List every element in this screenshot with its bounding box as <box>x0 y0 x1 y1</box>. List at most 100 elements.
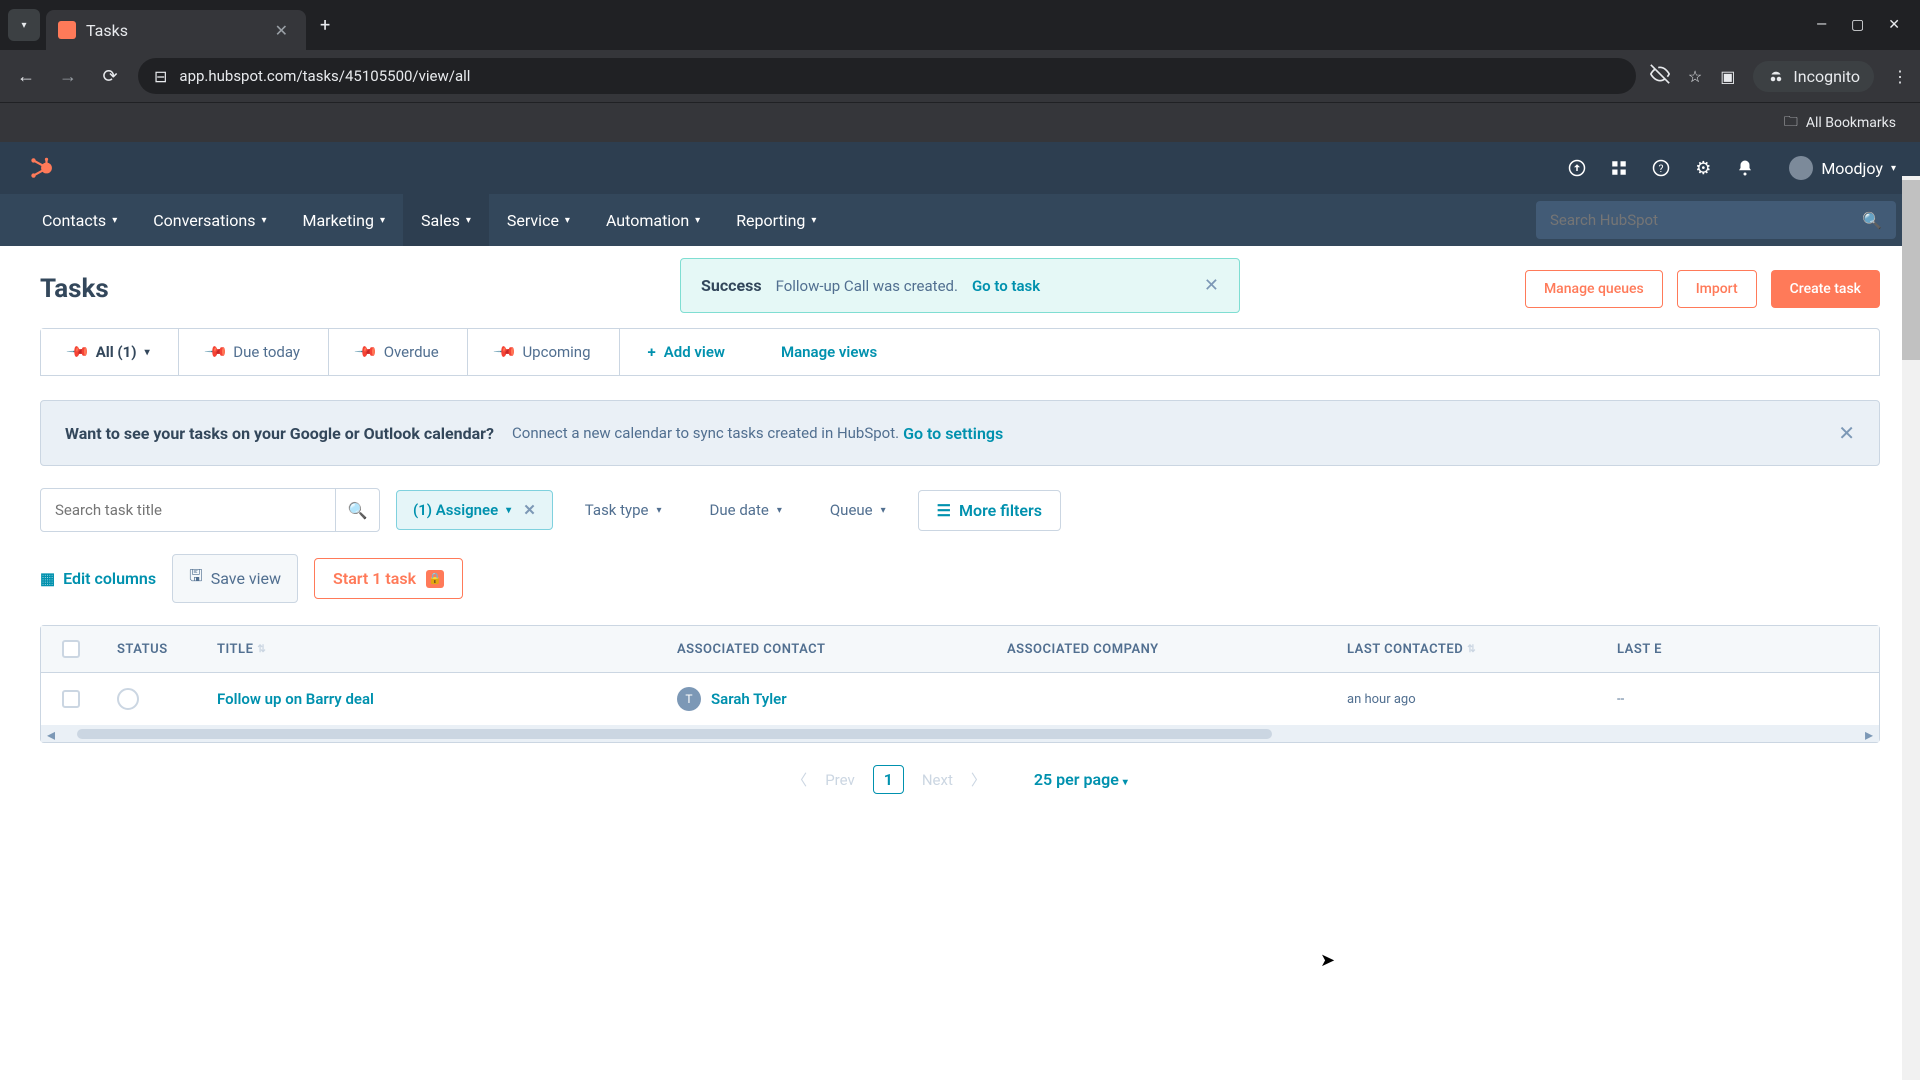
page-number[interactable]: 1 <box>873 765 904 794</box>
incognito-label: Incognito <box>1793 67 1860 86</box>
bookmarks-bar: 🗀 All Bookmarks <box>0 102 1920 142</box>
horizontal-scrollbar[interactable]: ◂ ▸ <box>41 726 1879 742</box>
col-last-contacted[interactable]: LAST CONTACTED⇅ <box>1331 626 1601 672</box>
tab-upcoming[interactable]: 📌 Upcoming <box>468 329 620 375</box>
more-filters-button[interactable]: ☰ More filters <box>918 490 1061 531</box>
banner-close-icon[interactable]: ✕ <box>1838 421 1855 445</box>
next-button[interactable]: Next <box>922 771 953 789</box>
eye-off-icon[interactable] <box>1650 64 1670 88</box>
scrollbar-thumb[interactable] <box>1902 180 1920 360</box>
tab-all[interactable]: 📌 All (1) ▾ <box>41 329 179 375</box>
all-bookmarks-button[interactable]: 🗀 All Bookmarks <box>1784 111 1896 135</box>
upgrade-icon[interactable] <box>1567 158 1587 178</box>
notifications-bell-icon[interactable] <box>1735 158 1755 178</box>
browser-tab[interactable]: Tasks ✕ <box>46 10 306 50</box>
bookmark-star-icon[interactable]: ☆ <box>1688 67 1702 86</box>
create-task-button[interactable]: Create task <box>1771 270 1880 308</box>
col-contact[interactable]: ASSOCIATED CONTACT <box>661 626 991 672</box>
task-search-input[interactable] <box>41 501 335 519</box>
tab-search-dropdown[interactable]: ▾ <box>8 9 40 41</box>
tab-close-icon[interactable]: ✕ <box>269 21 294 40</box>
pin-icon: 📌 <box>353 339 379 365</box>
content-area: Success Follow-up Call was created. Go t… <box>0 246 1920 818</box>
toast-close-icon[interactable]: ✕ <box>1204 275 1219 296</box>
due-date-filter[interactable]: Due date▾ <box>694 491 798 529</box>
tab-overdue[interactable]: 📌 Overdue <box>329 329 468 375</box>
contact-avatar: T <box>677 687 701 711</box>
nav-service[interactable]: Service▾ <box>489 194 588 246</box>
add-view-button[interactable]: + Add view <box>620 329 753 375</box>
forward-icon[interactable]: → <box>54 66 82 87</box>
scrollbar-thumb[interactable] <box>77 729 1272 739</box>
manage-queues-button[interactable]: Manage queues <box>1525 270 1663 308</box>
prev-page-icon[interactable]: 〈 <box>792 769 807 790</box>
chevron-down-icon: ▾ <box>145 347 150 358</box>
assignee-filter[interactable]: (1) Assignee ▾ ✕ <box>396 490 553 530</box>
view-tabs: 📌 All (1) ▾ 📌 Due today 📌 Overdue 📌 Upco… <box>40 328 1880 376</box>
vertical-scrollbar[interactable] <box>1902 176 1920 1080</box>
task-title-link[interactable]: Follow up on Barry deal <box>217 690 374 708</box>
status-toggle[interactable] <box>117 688 139 710</box>
page-title: Tasks <box>40 274 109 304</box>
queue-filter[interactable]: Queue▾ <box>814 491 902 529</box>
row-checkbox[interactable] <box>62 690 80 708</box>
col-title[interactable]: TITLE⇅ <box>201 626 661 672</box>
incognito-badge[interactable]: Incognito <box>1753 61 1874 92</box>
nav-automation[interactable]: Automation▾ <box>588 194 718 246</box>
manage-views-link[interactable]: Manage views <box>753 329 905 375</box>
marketplace-icon[interactable] <box>1609 158 1629 178</box>
tab-due-today[interactable]: 📌 Due today <box>179 329 329 375</box>
nav-reporting[interactable]: Reporting▾ <box>718 194 834 246</box>
close-window-icon[interactable]: ✕ <box>1888 17 1900 33</box>
edit-columns-button[interactable]: ▦ Edit columns <box>40 569 156 588</box>
company-cell <box>991 673 1331 725</box>
col-company[interactable]: ASSOCIATED COMPANY <box>991 626 1331 672</box>
banner-text: Connect a new calendar to sync tasks cre… <box>512 424 899 442</box>
reload-icon[interactable]: ⟳ <box>96 66 124 87</box>
toast-go-to-task-link[interactable]: Go to task <box>972 277 1040 295</box>
toast-message: Follow-up Call was created. <box>776 277 958 295</box>
go-to-settings-link[interactable]: Go to settings <box>903 424 1003 443</box>
plus-icon: + <box>648 343 656 361</box>
task-type-filter[interactable]: Task type▾ <box>569 491 678 529</box>
contact-link[interactable]: Sarah Tyler <box>711 690 787 708</box>
sliders-icon: ☰ <box>937 501 951 520</box>
settings-gear-icon[interactable]: ⚙ <box>1693 158 1713 178</box>
site-info-icon[interactable]: ⊟ <box>154 67 167 86</box>
col-last-e[interactable]: LAST E <box>1601 626 1721 672</box>
prev-button[interactable]: Prev <box>825 771 855 789</box>
calendar-sync-banner: Want to see your tasks on your Google or… <box>40 400 1880 466</box>
nav-sales[interactable]: Sales▾ <box>403 194 489 246</box>
hubspot-logo-icon[interactable] <box>24 152 56 184</box>
new-tab-button[interactable]: + <box>306 15 344 36</box>
start-task-button[interactable]: Start 1 task 🔒 <box>314 558 463 599</box>
back-icon[interactable]: ← <box>12 66 40 87</box>
browser-menu-icon[interactable]: ⋮ <box>1892 67 1908 86</box>
help-icon[interactable]: ? <box>1651 158 1671 178</box>
clear-assignee-icon[interactable]: ✕ <box>523 501 536 519</box>
search-hubspot[interactable]: 🔍 <box>1536 201 1896 239</box>
search-hubspot-input[interactable] <box>1550 211 1862 229</box>
nav-contacts[interactable]: Contacts▾ <box>24 194 135 246</box>
incognito-icon <box>1767 67 1785 85</box>
col-status[interactable]: STATUS <box>101 626 201 672</box>
search-icon[interactable]: 🔍 <box>335 488 379 532</box>
import-button[interactable]: Import <box>1677 270 1757 308</box>
address-bar[interactable]: ⊟ app.hubspot.com/tasks/45105500/view/al… <box>138 58 1636 94</box>
filters-row: 🔍 (1) Assignee ▾ ✕ Task type▾ Due date▾ … <box>40 488 1880 532</box>
nav-marketing[interactable]: Marketing▾ <box>284 194 403 246</box>
nav-conversations[interactable]: Conversations▾ <box>135 194 284 246</box>
scroll-left-icon[interactable]: ◂ <box>41 725 61 744</box>
per-page-selector[interactable]: 25 per page ▾ <box>1034 770 1128 789</box>
minimize-icon[interactable]: — <box>1816 17 1827 33</box>
save-view-button[interactable]: 🖫 Save view <box>172 554 298 603</box>
scroll-right-icon[interactable]: ▸ <box>1859 725 1879 744</box>
url-text: app.hubspot.com/tasks/45105500/view/all <box>179 67 470 85</box>
next-page-icon[interactable]: 〉 <box>971 769 986 790</box>
panel-icon[interactable]: ▣ <box>1720 67 1735 86</box>
select-all-checkbox[interactable] <box>62 640 80 658</box>
browser-toolbar: ← → ⟳ ⊟ app.hubspot.com/tasks/45105500/v… <box>0 50 1920 102</box>
maximize-icon[interactable]: ▢ <box>1851 17 1864 33</box>
user-menu[interactable]: Moodjoy ▾ <box>1777 156 1896 180</box>
search-icon[interactable]: 🔍 <box>1862 211 1882 230</box>
